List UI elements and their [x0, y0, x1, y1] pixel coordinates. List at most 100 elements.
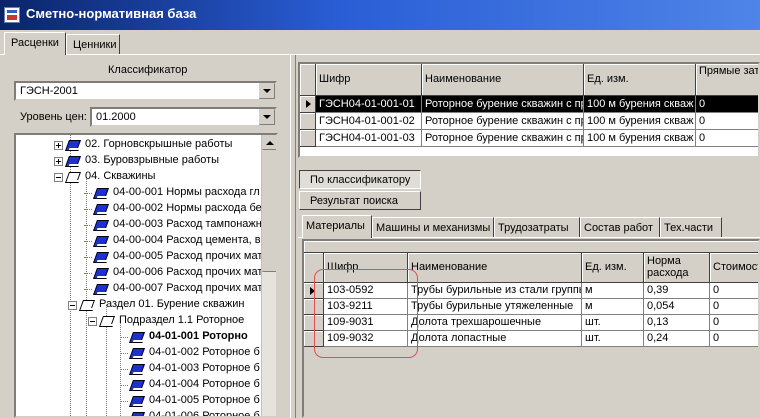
table-cell[interactable]: Трубы бурильные из стали группы [408, 283, 582, 299]
table-cell[interactable]: м [582, 299, 644, 315]
table-cell[interactable]: 0 [710, 283, 758, 299]
detail-tab[interactable]: Материалы [302, 215, 372, 238]
detail-tab[interactable]: Машины и механизмы [372, 217, 494, 237]
table-cell[interactable]: 0 [710, 315, 758, 331]
table-cell[interactable]: 0 [696, 130, 758, 147]
detail-tab[interactable]: Трудозатраты [494, 217, 580, 237]
classifier-tree[interactable]: 02. Горновскрышные работы 03. Буровзрывны… [14, 133, 278, 418]
table-cell[interactable]: ГЭСН04-01-001-02 [316, 113, 422, 130]
detail-tab[interactable]: Тех.части [660, 217, 722, 237]
column-header[interactable]: Наименование [422, 64, 584, 96]
table-cell[interactable]: 0,13 [644, 315, 710, 331]
table-cell[interactable]: Трубы бурильные утяжеленные [408, 299, 582, 315]
tree-item[interactable]: 04. Скважины [16, 169, 261, 185]
tree-connector [120, 353, 128, 354]
column-header[interactable]: Ед. изм. [582, 253, 644, 283]
highlight-annotation [314, 269, 418, 358]
table-cell[interactable]: 100 м бурения скваж [584, 130, 696, 147]
tree-item-label: 04. Скважины [85, 170, 156, 182]
tree-item[interactable]: 04-00-002 Нормы расхода бе [16, 201, 262, 217]
tree-item[interactable]: 04-01-004 Роторное б [16, 377, 261, 393]
tree-item[interactable]: 04-01-006 Роторное б [16, 409, 261, 416]
tree-item[interactable]: 04-00-001 Нормы расхода гл [16, 185, 261, 201]
detail-tab[interactable]: Состав работ [580, 217, 660, 237]
table-cell[interactable]: м [582, 283, 644, 299]
tree-item-label: 04-00-002 Нормы расхода бе [113, 202, 262, 214]
by-classifier-button[interactable]: По классификатору [299, 170, 421, 189]
panel-splitter[interactable] [290, 55, 296, 418]
table-cell[interactable]: Долота трехшарошечные [408, 315, 582, 331]
tree-item[interactable]: 04-00-003 Расход тампонажн [16, 217, 262, 233]
tree-item[interactable]: 04-01-001 Роторно [16, 329, 261, 345]
collapse-minus-icon[interactable] [68, 301, 77, 310]
rates-grid[interactable]: ШифрНаименованиеЕд. изм.Прямые затраты ГЭ… [298, 62, 760, 158]
tab-price-lists-label: Ценники [73, 39, 117, 51]
tree-item-label: 04-00-007 Расход прочих мат [113, 282, 263, 294]
tree-item[interactable]: 04-00-007 Расход прочих мат [16, 281, 263, 297]
table-cell[interactable]: шт. [582, 331, 644, 347]
classifier-select[interactable]: ГЭСН-2001 [14, 81, 277, 101]
column-header[interactable]: Шифр [316, 64, 422, 96]
tree-item-label: 04-00-006 Расход прочих мат [113, 266, 263, 278]
book-closed-icon [94, 235, 110, 247]
table-cell[interactable]: Долота лопастные [408, 331, 582, 347]
chevron-down-icon[interactable] [259, 109, 275, 125]
table-cell[interactable]: 0 [696, 113, 758, 130]
book-closed-icon [94, 203, 110, 215]
tree-item[interactable]: Подраздел 1.1 Роторное [16, 313, 261, 329]
table-cell[interactable]: 0 [696, 96, 758, 113]
column-header[interactable]: Стоимост [710, 253, 758, 283]
column-header[interactable]: Норма расхода [644, 253, 710, 283]
table-cell[interactable]: 100 м бурения скваж [584, 113, 696, 130]
scroll-up-button[interactable] [262, 135, 276, 150]
collapse-minus-icon[interactable] [88, 317, 97, 326]
tree-item[interactable]: 04-00-006 Расход прочих мат [16, 265, 263, 281]
book-closed-icon [94, 251, 110, 263]
column-header[interactable]: Наименование [408, 253, 582, 283]
row-indicator[interactable] [300, 130, 316, 147]
current-row-indicator-icon[interactable] [300, 96, 316, 113]
expand-plus-icon[interactable] [54, 157, 63, 166]
book-closed-icon [66, 155, 82, 167]
price-level-select[interactable]: 01.2000 [90, 107, 277, 127]
table-cell[interactable]: ГЭСН04-01-001-03 [316, 130, 422, 147]
tab-price-lists[interactable]: Ценники [66, 34, 120, 55]
title-bar[interactable]: Сметно-нормативная база [0, 0, 760, 30]
tab-rates[interactable]: Расценки [4, 32, 66, 55]
collapse-minus-icon[interactable] [54, 173, 63, 182]
search-result-button[interactable]: Результат поиска [299, 191, 421, 210]
tree-item[interactable]: 04-01-005 Роторное б [16, 393, 261, 409]
expand-plus-icon[interactable] [54, 141, 63, 150]
tree-item-label: 04-00-005 Расход прочих мат [113, 250, 263, 262]
tree-item[interactable]: 04-01-003 Роторное б [16, 361, 261, 377]
tree-scrollbar[interactable] [261, 135, 276, 416]
tree-item[interactable]: Раздел 01. Бурение скважин [16, 297, 261, 313]
tree-item[interactable]: 04-00-004 Расход цемента, в [16, 233, 261, 249]
tree-item[interactable]: 02. Горновскрышные работы [16, 137, 261, 153]
row-indicator[interactable] [300, 113, 316, 130]
table-cell[interactable]: 0,054 [644, 299, 710, 315]
tree-item[interactable]: 03. Буровзрывные работы [16, 153, 261, 169]
tree-item[interactable]: 04-01-002 Роторное б [16, 345, 261, 361]
column-header[interactable]: Ед. изм. [584, 64, 696, 96]
table-cell[interactable]: 0,24 [644, 331, 710, 347]
classifier-label: Классификатор [108, 64, 188, 76]
tree-item-label: 03. Буровзрывные работы [85, 154, 220, 166]
tree-item[interactable]: 04-00-005 Расход прочих мат [16, 249, 263, 265]
table-cell[interactable]: Роторное бурение скважин с пр [422, 96, 584, 113]
table-cell[interactable]: Роторное бурение скважин с пр [422, 113, 584, 130]
table-cell[interactable]: ГЭСН04-01-001-01 [316, 96, 422, 113]
tree-connector [120, 385, 128, 386]
classifier-value: ГЭСН-2001 [20, 85, 78, 97]
scroll-thumb[interactable] [262, 150, 276, 272]
table-cell[interactable]: Роторное бурение скважин с пр [422, 130, 584, 147]
table-cell[interactable]: 0 [710, 331, 758, 347]
book-closed-icon [94, 267, 110, 279]
table-cell[interactable]: 0 [710, 299, 758, 315]
table-cell[interactable]: 0,39 [644, 283, 710, 299]
table-cell[interactable]: 100 м бурения скваж [584, 96, 696, 113]
table-cell[interactable]: шт. [582, 315, 644, 331]
price-level-label: Уровень цен: [20, 111, 87, 123]
chevron-down-icon[interactable] [259, 83, 275, 99]
column-header[interactable]: Прямые затраты [696, 64, 758, 96]
